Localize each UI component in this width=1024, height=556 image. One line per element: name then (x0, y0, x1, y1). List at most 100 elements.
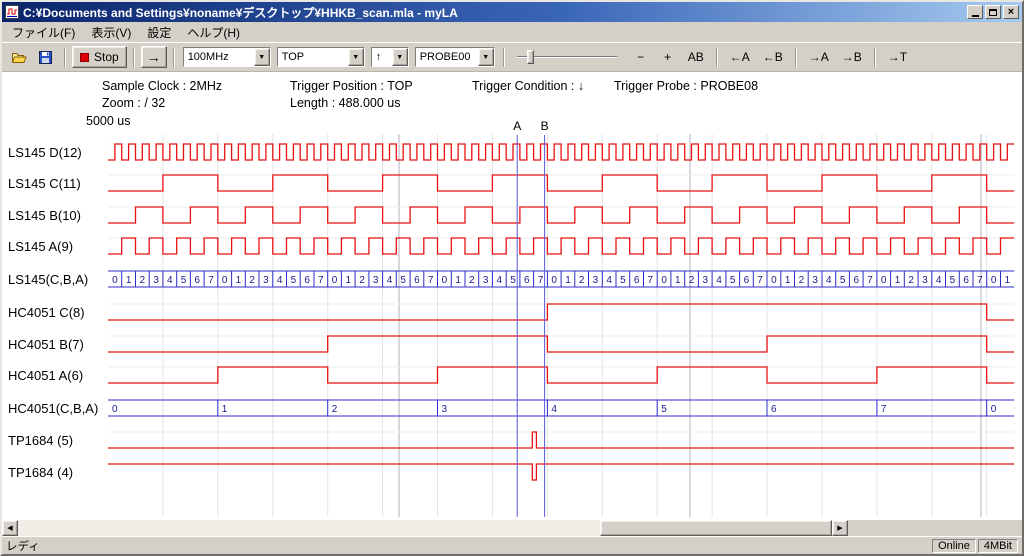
bus-value: 2 (332, 404, 338, 415)
arrow-left-icon: ◀ (7, 524, 12, 532)
channel-row: LS145(C,B,A)0123456701234567012345670123… (8, 271, 1014, 287)
bus-value: 4 (551, 404, 557, 415)
slider-thumb[interactable] (527, 50, 534, 64)
bus-value: 4 (826, 275, 832, 286)
waveform-path (108, 336, 1014, 352)
channel-label: LS145 C(11) (8, 176, 81, 191)
menubar: ファイル(F)表示(V)設定ヘルプ(H) (2, 22, 1022, 42)
bus-value: 0 (442, 275, 448, 286)
marker-label: B (541, 119, 549, 133)
waveform-path (108, 207, 1014, 223)
toolbar: Stop → 100MHz ▼ TOP ▼ ↑ ▼ PROBE00 ▼ −+AB… (2, 42, 1022, 72)
zoom-out-button[interactable]: − (629, 47, 653, 67)
bus-value: 7 (881, 404, 887, 415)
next-to-a-button[interactable]: →A (804, 47, 834, 67)
bus-value: 5 (950, 275, 956, 286)
bus-value: 3 (812, 275, 818, 286)
bus-value: 7 (208, 275, 214, 286)
menu-item-1[interactable]: ファイル(F) (4, 22, 83, 43)
menu-item-4[interactable]: ヘルプ(H) (179, 22, 248, 43)
scrollbar-thumb[interactable] (600, 520, 832, 536)
marker-a[interactable]: A (513, 119, 521, 517)
run-button[interactable]: → (141, 46, 167, 68)
maximize-button[interactable] (985, 5, 1001, 19)
channel-label: HC4051(C,B,A) (8, 401, 98, 416)
chevron-down-icon[interactable]: ▼ (392, 48, 408, 66)
bus-value: 0 (991, 404, 997, 415)
next-to-b-button[interactable]: →B (837, 47, 867, 67)
toolbar-separator (173, 48, 175, 67)
bus-value: 0 (991, 275, 997, 286)
bus-value: 1 (236, 275, 242, 286)
bus-value: 3 (922, 275, 928, 286)
bus-value: 7 (318, 275, 324, 286)
scroll-right-button[interactable]: ▶ (832, 520, 848, 536)
window-controls: × (967, 5, 1019, 19)
close-button[interactable]: × (1003, 5, 1019, 19)
bus-value: 5 (620, 275, 626, 286)
bus-value: 2 (359, 275, 365, 286)
toolbar-separator (64, 48, 66, 67)
horizontal-scrollbar[interactable]: ◀ ▶ (2, 520, 1022, 536)
trigger-probe-combo[interactable]: PROBE00 ▼ (415, 47, 495, 67)
bus-value: 1 (565, 275, 571, 286)
scrollbar-track[interactable]: ◀ ▶ (2, 520, 848, 536)
trigger-position-combo[interactable]: TOP ▼ (277, 47, 365, 67)
bus-value: 1 (1005, 275, 1011, 286)
chevron-down-icon[interactable]: ▼ (254, 48, 270, 66)
bus-value: 7 (538, 275, 544, 286)
floppy-disk-icon (39, 51, 52, 64)
bus-value: 7 (648, 275, 654, 286)
waveform-path (108, 367, 1014, 383)
menu-item-2[interactable]: 表示(V) (83, 22, 139, 43)
trigger-edge-combo[interactable]: ↑ ▼ (371, 47, 409, 67)
prev-to-a-button[interactable]: ←A (725, 47, 755, 67)
statusbar: レディ Online 4MBit (2, 536, 1022, 554)
bus-value: 6 (414, 275, 420, 286)
titlebar[interactable]: C:¥Documents and Settings¥noname¥デスクトップ¥… (2, 2, 1022, 22)
bus-value: 5 (400, 275, 406, 286)
chevron-down-icon[interactable]: ▼ (478, 48, 494, 66)
status-online-badge: Online (932, 539, 976, 553)
stop-icon (80, 53, 89, 62)
bus-value: 1 (126, 275, 132, 286)
stop-button[interactable]: Stop (72, 46, 127, 68)
waveform-canvas[interactable]: LS145 D(12)LS145 C(11)LS145 B(10)LS145 A… (2, 72, 1022, 520)
save-button[interactable] (33, 46, 58, 68)
chevron-down-icon[interactable]: ▼ (348, 48, 364, 66)
channel-label: HC4051 B(7) (8, 337, 84, 352)
sample-rate-combo[interactable]: 100MHz ▼ (183, 47, 271, 67)
goto-trigger-button[interactable]: →T (883, 47, 912, 67)
zoom-slider[interactable] (517, 47, 617, 67)
bus-value: 2 (140, 275, 146, 286)
bus-value: 0 (222, 275, 228, 286)
app-icon (5, 5, 19, 19)
bus-value: 4 (167, 275, 173, 286)
bus-value: 4 (387, 275, 393, 286)
open-folder-icon (11, 51, 27, 64)
bus-value: 7 (757, 275, 763, 286)
zoom-in-button[interactable]: + (656, 47, 680, 67)
sample-rate-value: 100MHz (184, 51, 254, 63)
prev-to-b-button[interactable]: ←B (758, 47, 788, 67)
window-title: C:¥Documents and Settings¥noname¥デスクトップ¥… (23, 4, 963, 21)
channel-row: TP1684 (4) (8, 464, 1014, 480)
menu-item-3[interactable]: 設定 (139, 22, 179, 43)
bus-value: 2 (249, 275, 255, 286)
channel-row: HC4051 B(7) (8, 336, 1014, 352)
marker-label: A (513, 119, 521, 133)
open-file-button[interactable] (6, 46, 31, 68)
waveform-path (108, 144, 1014, 160)
status-memory-badge: 4MBit (978, 539, 1018, 553)
channel-label: LS145 A(9) (8, 239, 73, 254)
toolbar-separator (716, 48, 718, 67)
bus-value: 3 (263, 275, 269, 286)
ab-range-button[interactable]: AB (683, 47, 709, 67)
trigger-edge-value: ↑ (372, 51, 392, 63)
channel-label: LS145 B(10) (8, 208, 81, 223)
toolbar-separator (503, 48, 505, 67)
bus-value: 5 (661, 404, 667, 415)
bus-value: 3 (593, 275, 599, 286)
scroll-left-button[interactable]: ◀ (2, 520, 18, 536)
minimize-button[interactable] (967, 5, 983, 19)
